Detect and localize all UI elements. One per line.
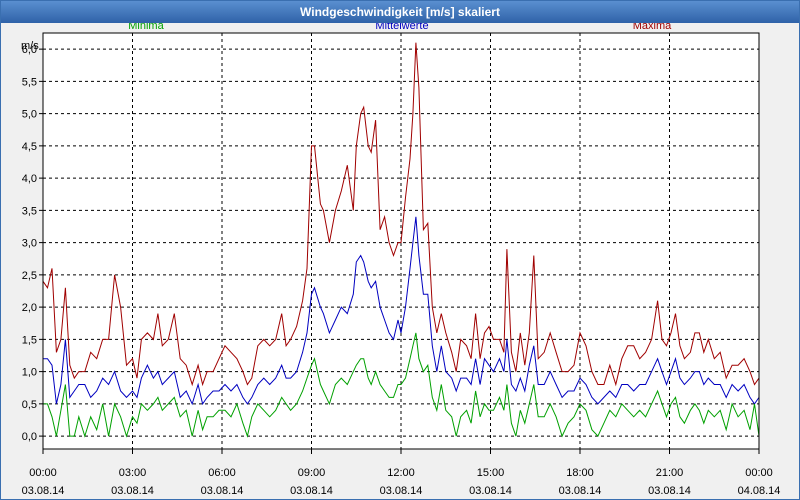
chart-area: 0,00,51,01,52,02,53,03,54,04,55,05,56,0m… <box>21 23 781 497</box>
y-axis-label: m/s <box>21 40 39 52</box>
x-tick-date: 03.08.14 <box>111 485 154 497</box>
chart-window: Windgeschwindigkeit [m/s] skaliert 0,0 0,… <box>0 0 800 500</box>
y-tick-label: 5,0 <box>22 109 37 121</box>
x-tick-date: 04.08.14 <box>738 485 781 497</box>
y-tick-label: 5,5 <box>22 76 37 88</box>
x-tick-time: 00:00 <box>29 467 57 479</box>
y-tick-label: 2,5 <box>22 270 37 282</box>
y-tick-label: 3,0 <box>22 238 37 250</box>
x-tick-date: 03.08.14 <box>648 485 691 497</box>
y-tick-label: 2,0 <box>22 302 37 314</box>
x-tick-time: 18:00 <box>566 467 594 479</box>
y-tick-label: 3,5 <box>22 205 37 217</box>
x-axis: 00:00 03.08.14 03:00 03.08.14 06:00 03.08.14 0… <box>22 449 781 497</box>
y-tick-label: 0,0 <box>22 431 37 443</box>
y-axis: 0,00,51,01,52,02,53,03,54,04,55,05,56,0m… <box>21 40 43 443</box>
y-tick-label: 0,5 <box>22 399 37 411</box>
y-tick-label: 1,0 <box>22 367 37 379</box>
y-tick-label: 4,5 <box>22 141 37 153</box>
x-tick-time: 21:00 <box>656 467 684 479</box>
x-tick-date: 03.08.14 <box>290 485 333 497</box>
x-tick-time: 15:00 <box>477 467 505 479</box>
legend-mittelwerte: Mittelwerte <box>375 23 428 32</box>
y-tick-label: 1,5 <box>22 334 37 346</box>
x-tick-date: 03.08.14 <box>22 485 65 497</box>
legend-minima: Minima <box>128 23 164 32</box>
x-tick-time: 00:00 <box>745 467 773 479</box>
x-tick-time: 09:00 <box>298 467 326 479</box>
x-tick-time: 12:00 <box>387 467 415 479</box>
legend-maxima: Maxima <box>633 23 672 32</box>
x-tick-date: 03.08.14 <box>380 485 423 497</box>
x-tick-time: 03:00 <box>119 467 147 479</box>
x-tick-date: 03.08.14 <box>469 485 512 497</box>
x-tick-date: 03.08.14 <box>559 485 602 497</box>
y-tick-label: 4,0 <box>22 173 37 185</box>
legend: Minima Mittelwerte Maxima <box>128 23 672 32</box>
x-tick-date: 03.08.14 <box>201 485 244 497</box>
window-title: Windgeschwindigkeit [m/s] skaliert <box>1 1 799 23</box>
x-tick-time: 06:00 <box>208 467 236 479</box>
